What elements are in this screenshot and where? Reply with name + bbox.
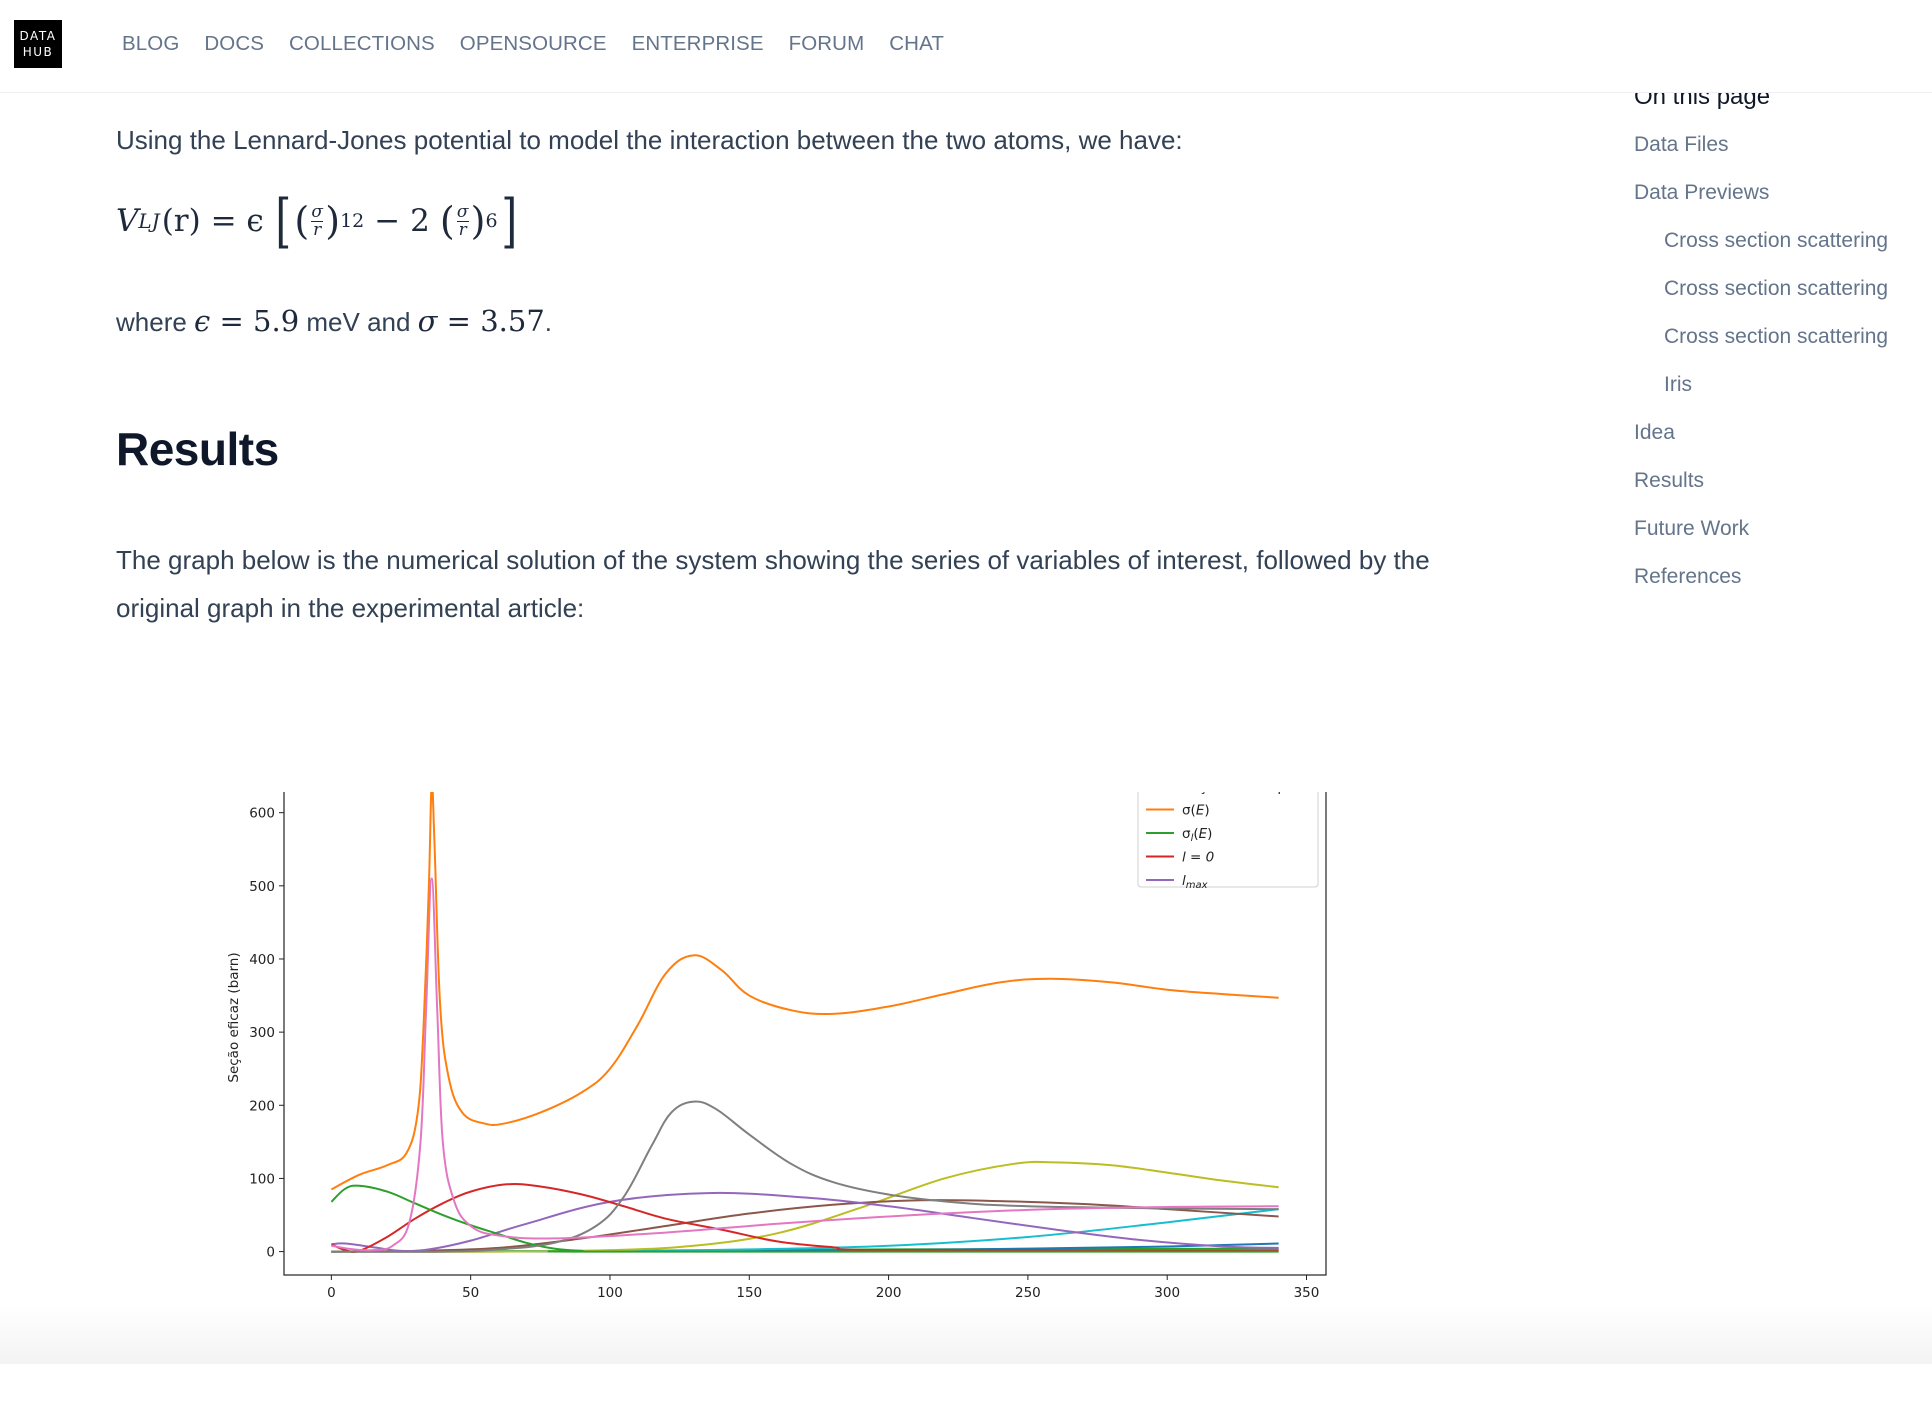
y-tick-label: 200: [249, 1098, 275, 1114]
paren-open-1: (: [294, 199, 310, 243]
lennard-jones-formula: V LJ (r) = ϵ [ ( σr ) 12 − 2 ( σr ) 6 ]: [116, 192, 520, 250]
left-bracket: [: [275, 187, 292, 255]
y-tick-label: 100: [249, 1171, 275, 1187]
paren-close-1: ): [325, 199, 341, 243]
legend-label: Seção de choque E: [1182, 792, 1311, 795]
toc-link-cross-section-scattering[interactable]: Cross section scattering: [1634, 324, 1932, 372]
y-tick-label: 0: [266, 1245, 275, 1261]
nav-link-enterprise[interactable]: ENTERPRISE: [632, 32, 764, 56]
y-axis-label: Seção eficaz (barn): [226, 952, 242, 1082]
y-tick-label: 500: [249, 879, 275, 895]
toc-link-references[interactable]: References: [1634, 564, 1932, 612]
y-tick-label: 400: [249, 952, 275, 968]
results-paragraph: The graph below is the numerical solutio…: [116, 545, 1430, 623]
series-line-l-0: [330, 1182, 1279, 1253]
x-tick-label: 150: [736, 1285, 762, 1301]
page-bottom-fade: [0, 1304, 1932, 1364]
toc-link-data-previews[interactable]: Data Previews: [1634, 180, 1932, 228]
toc-link-idea[interactable]: Idea: [1634, 420, 1932, 468]
legend-label: σ(E): [1182, 803, 1210, 819]
results-heading: Results: [116, 423, 279, 475]
right-bracket: ]: [500, 187, 517, 255]
x-tick-label: 350: [1294, 1285, 1320, 1301]
intro-paragraph: Using the Lennard-Jones potential to mod…: [116, 125, 1183, 155]
top-navigation-bar: DATA HUB BLOG DOCS COLLECTIONS OPENSOURC…: [0, 0, 1932, 93]
toc-link-future-work[interactable]: Future Work: [1634, 516, 1932, 564]
main-nav: BLOG DOCS COLLECTIONS OPENSOURCE ENTERPR…: [122, 32, 944, 56]
y-tick-label: 600: [249, 806, 275, 822]
toc-link-data-files[interactable]: Data Files: [1634, 132, 1932, 180]
datahub-logo[interactable]: DATA HUB: [14, 20, 62, 68]
series-line-series-8: [331, 1100, 1279, 1253]
series-line--l-e-: [330, 1184, 1279, 1253]
y-tick-label: 300: [249, 1025, 275, 1041]
legend-box: [1137, 766, 1319, 888]
x-tick-label: 250: [1015, 1285, 1041, 1301]
fraction-sigma-r-1: σr: [311, 201, 324, 240]
nav-link-chat[interactable]: CHAT: [889, 32, 944, 56]
table-of-contents: On this page Data Files Data Previews Cros…: [1634, 82, 1932, 612]
x-tick-label: 50: [462, 1285, 479, 1301]
x-tick-label: 300: [1154, 1285, 1180, 1301]
series-line-series-7: [331, 877, 1279, 1252]
nav-link-opensource[interactable]: OPENSOURCE: [460, 32, 607, 56]
formula-v: V: [116, 203, 139, 239]
paren-open-2: (: [439, 199, 455, 243]
series-line--e-: [330, 781, 1279, 1191]
legend-label: l = 0: [1182, 850, 1214, 866]
formula-minus-2: − 2: [374, 203, 430, 239]
paren-close-2: ): [470, 199, 486, 243]
logo-line-1: DATA: [19, 29, 57, 43]
x-tick-label: 0: [327, 1285, 336, 1301]
toc-link-cross-section-scattering[interactable]: Cross section scattering: [1634, 276, 1932, 324]
formula-arg: (r) = ϵ: [161, 203, 264, 239]
exponent-12: 12: [340, 210, 365, 232]
exponent-6: 6: [485, 210, 498, 232]
formula-subscript: LJ: [138, 209, 160, 233]
logo-line-2: HUB: [22, 45, 54, 59]
nav-link-collections[interactable]: COLLECTIONS: [289, 32, 435, 56]
toc-list: Data Files Data Previews Cross section sca…: [1634, 132, 1932, 612]
nav-link-forum[interactable]: FORUM: [789, 32, 865, 56]
nav-link-docs[interactable]: DOCS: [204, 32, 264, 56]
fraction-sigma-r-2: σr: [456, 201, 469, 240]
toc-link-results[interactable]: Results: [1634, 468, 1932, 516]
toc-link-iris[interactable]: Iris: [1634, 372, 1932, 420]
x-tick-label: 200: [876, 1285, 902, 1301]
legend-label: σl(E): [1182, 826, 1212, 844]
x-tick-label: 100: [597, 1285, 623, 1301]
parameters-paragraph: where ϵ = 5.9 meV and σ = 3.57.: [116, 304, 553, 338]
nav-link-blog[interactable]: BLOG: [122, 32, 179, 56]
toc-link-cross-section-scattering[interactable]: Cross section scattering: [1634, 228, 1932, 276]
